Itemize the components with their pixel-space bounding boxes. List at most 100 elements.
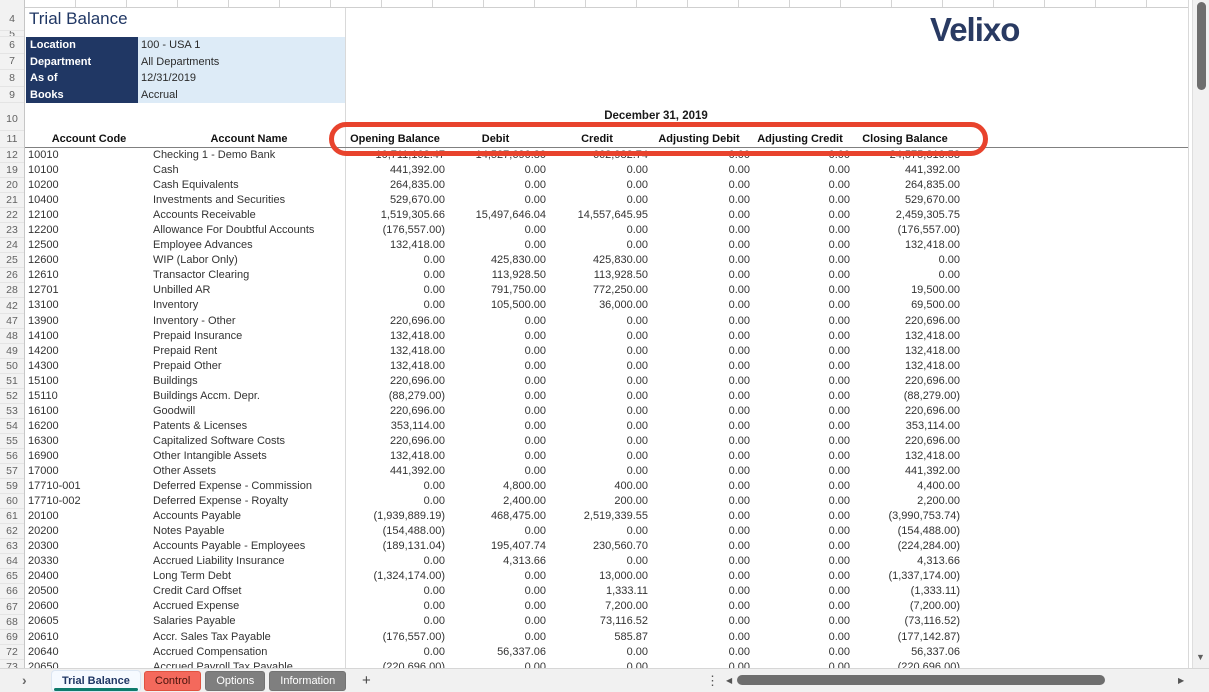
scroll-right-icon[interactable]: ▶ <box>1178 676 1184 685</box>
cell-account-code[interactable]: 12100 <box>25 208 153 223</box>
cell-amount[interactable]: 0.00 <box>445 329 546 344</box>
cell-amount[interactable]: (220,696.00) <box>850 660 960 668</box>
cell-amount[interactable]: 0.00 <box>750 539 850 554</box>
cell-amount[interactable]: 0.00 <box>546 419 648 434</box>
cell-amount[interactable]: 200.00 <box>546 494 648 509</box>
cell-amount[interactable]: 0.00 <box>750 630 850 645</box>
cell-amount[interactable]: 0.00 <box>750 268 850 283</box>
cell-amount[interactable]: 0.00 <box>750 314 850 329</box>
cell-amount[interactable]: 56,337.06 <box>445 645 546 660</box>
cell-amount[interactable]: 0.00 <box>648 314 750 329</box>
cell-amount[interactable]: 0.00 <box>750 569 850 584</box>
cell-amount[interactable]: (1,333.11) <box>850 584 960 599</box>
row-number[interactable]: 11 <box>0 131 24 148</box>
cell-amount[interactable]: 0.00 <box>445 584 546 599</box>
cell-account-code[interactable]: 15100 <box>25 374 153 389</box>
row-number[interactable]: 23 <box>0 223 24 238</box>
cell-amount[interactable]: 13,000.00 <box>546 569 648 584</box>
cell-amount[interactable]: 0.00 <box>648 479 750 494</box>
cell-amount[interactable]: 0.00 <box>345 645 445 660</box>
cell-account-name[interactable]: Credit Card Offset <box>153 584 345 599</box>
row-number[interactable]: 55 <box>0 434 24 449</box>
row-number[interactable]: 63 <box>0 539 24 554</box>
cell-amount[interactable]: 0.00 <box>648 374 750 389</box>
cell-amount[interactable]: 220,696.00 <box>345 434 445 449</box>
cell-amount[interactable]: (176,557.00) <box>345 223 445 238</box>
cell-amount[interactable]: 0.00 <box>546 660 648 668</box>
cell-amount[interactable]: 220,696.00 <box>345 314 445 329</box>
cell-account-code[interactable]: 12600 <box>25 253 153 268</box>
cell-amount[interactable]: 0.00 <box>750 660 850 668</box>
cell-amount[interactable]: 0.00 <box>445 238 546 253</box>
cell-account-code[interactable]: 12610 <box>25 268 153 283</box>
cell-amount[interactable]: 0.00 <box>648 464 750 479</box>
cell-amount[interactable]: 0.00 <box>345 494 445 509</box>
cell-account-name[interactable]: Allowance For Doubtful Accounts <box>153 223 345 238</box>
cell-account-code[interactable]: 20610 <box>25 630 153 645</box>
cell-account-name[interactable]: Transactor Clearing <box>153 268 345 283</box>
cell-amount[interactable]: (1,337,174.00) <box>850 569 960 584</box>
cell-amount[interactable]: 0.00 <box>546 434 648 449</box>
cell-amount[interactable]: 56,337.06 <box>850 645 960 660</box>
cell-amount[interactable]: 0.00 <box>445 660 546 668</box>
row-number[interactable]: 28 <box>0 283 24 298</box>
cell-amount[interactable]: 73,116.52 <box>546 614 648 629</box>
cell-account-name[interactable]: Accounts Receivable <box>153 208 345 223</box>
cell-amount[interactable]: 0.00 <box>445 374 546 389</box>
cell-amount[interactable]: 0.00 <box>648 524 750 539</box>
cell-amount[interactable]: 0.00 <box>648 569 750 584</box>
cell-amount[interactable]: 0.00 <box>750 163 850 178</box>
cell-amount[interactable]: 0.00 <box>345 298 445 313</box>
scroll-down-icon[interactable]: ▼ <box>1196 652 1205 662</box>
cell-account-code[interactable]: 16200 <box>25 419 153 434</box>
row-number[interactable]: 47 <box>0 314 24 329</box>
cell-amount[interactable]: 0.00 <box>648 449 750 464</box>
cell-amount[interactable]: 0.00 <box>648 298 750 313</box>
cell-amount[interactable]: 0.00 <box>546 464 648 479</box>
cell-amount[interactable]: (1,324,174.00) <box>345 569 445 584</box>
cell-amount[interactable]: 36,000.00 <box>546 298 648 313</box>
cell-amount[interactable]: 0.00 <box>648 344 750 359</box>
cell-amount[interactable]: 0.00 <box>850 268 960 283</box>
cell-amount[interactable]: 132,418.00 <box>345 344 445 359</box>
cell-amount[interactable]: 4,313.66 <box>445 554 546 569</box>
cell-account-name[interactable]: Unbilled AR <box>153 283 345 298</box>
cell-amount[interactable]: (88,279.00) <box>345 389 445 404</box>
cell-amount[interactable]: 0.00 <box>648 494 750 509</box>
cell-amount[interactable]: 0.00 <box>750 253 850 268</box>
cell-amount[interactable]: (220,696.00) <box>345 660 445 668</box>
cell-account-name[interactable]: Investments and Securities <box>153 193 345 208</box>
cell-amount[interactable]: 132,418.00 <box>345 329 445 344</box>
cell-amount[interactable]: 132,418.00 <box>850 329 960 344</box>
cell-amount[interactable]: 0.00 <box>648 554 750 569</box>
cell-account-name[interactable]: Salaries Payable <box>153 614 345 629</box>
cell-amount[interactable]: 0.00 <box>648 509 750 524</box>
cell-amount[interactable]: 0.00 <box>648 614 750 629</box>
cell-amount[interactable]: 113,928.50 <box>445 268 546 283</box>
row-number[interactable]: 53 <box>0 404 24 419</box>
cell-account-name[interactable]: Checking 1 - Demo Bank <box>153 148 345 163</box>
row-number[interactable]: 59 <box>0 479 24 494</box>
cell-amount[interactable]: 0.00 <box>445 449 546 464</box>
cell-amount[interactable]: 0.00 <box>648 404 750 419</box>
col-header-account-code[interactable]: Account Code <box>25 131 153 147</box>
cell-amount[interactable]: 0.00 <box>648 238 750 253</box>
cell-amount[interactable]: 1,519,305.66 <box>345 208 445 223</box>
cell-amount[interactable]: 0.00 <box>445 419 546 434</box>
cell-amount[interactable]: 132,418.00 <box>345 359 445 374</box>
cell-account-name[interactable]: Deferred Expense - Commission <box>153 479 345 494</box>
tab-trial-balance[interactable]: Trial Balance <box>52 671 140 691</box>
row-number[interactable]: 66 <box>0 584 24 599</box>
cell-amount[interactable]: (189,131.04) <box>345 539 445 554</box>
row-number-gutter[interactable]: 1219202122232425262842474849505152535455… <box>0 0 25 668</box>
cell-amount[interactable]: 0.00 <box>648 359 750 374</box>
row-number[interactable]: 62 <box>0 524 24 539</box>
tab-control[interactable]: Control <box>144 671 201 691</box>
cell-amount[interactable]: 2,519,339.55 <box>546 509 648 524</box>
cell-amount[interactable]: (7,200.00) <box>850 599 960 614</box>
cell-amount[interactable]: 0.00 <box>750 359 850 374</box>
cell-amount[interactable]: 4,800.00 <box>445 479 546 494</box>
cell-amount[interactable]: 0.00 <box>750 374 850 389</box>
cell-amount[interactable]: 0.00 <box>546 524 648 539</box>
cell-amount[interactable]: 0.00 <box>445 344 546 359</box>
